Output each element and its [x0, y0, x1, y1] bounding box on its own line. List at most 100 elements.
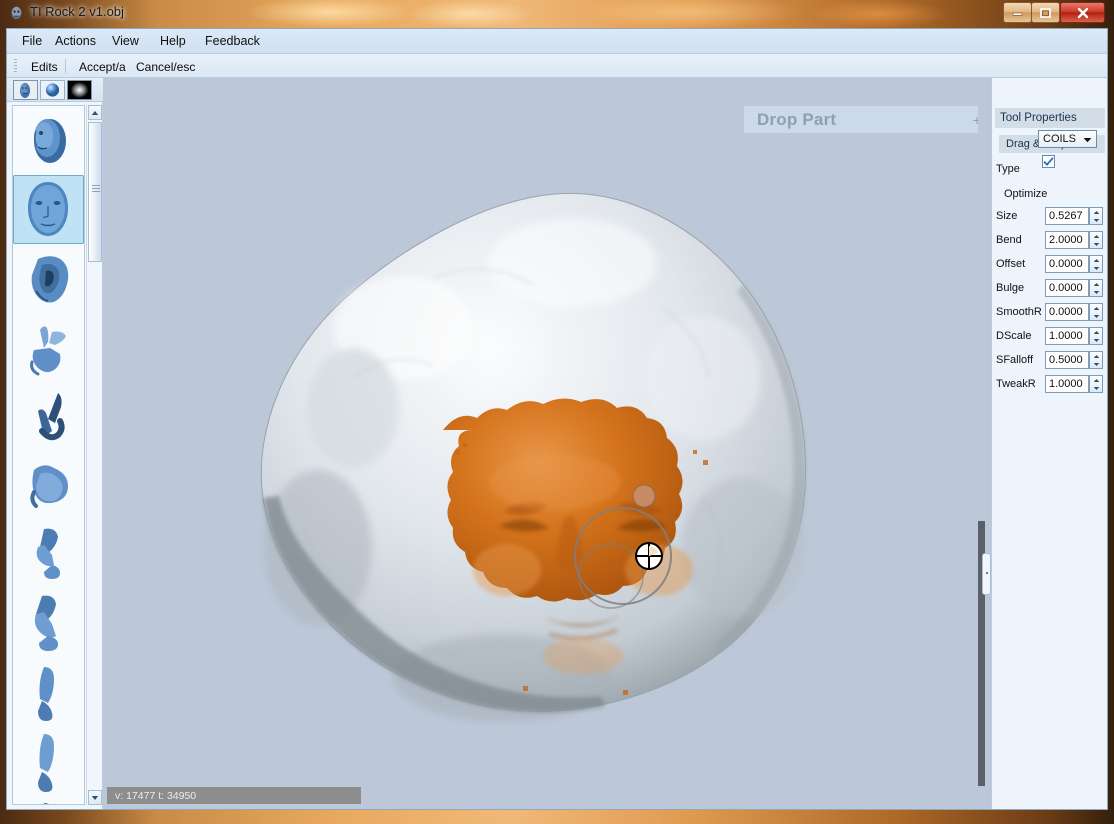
list-item[interactable]	[13, 796, 84, 804]
list-item[interactable]	[13, 658, 84, 727]
stepper-up-icon[interactable]	[1090, 304, 1102, 312]
dscale-stepper[interactable]	[1089, 327, 1103, 345]
tweakr-stepper[interactable]	[1089, 375, 1103, 393]
stepper-down-icon[interactable]	[1090, 312, 1102, 320]
client-area: File Actions View Help Feedback Edits Ac…	[6, 28, 1108, 810]
list-item[interactable]	[13, 520, 84, 589]
list-item[interactable]	[13, 106, 84, 175]
type-dropdown[interactable]: COILS	[1038, 130, 1097, 148]
menu-file[interactable]: File	[16, 33, 48, 50]
stepper-up-icon[interactable]	[1090, 208, 1102, 216]
optimize-label: Optimize	[1004, 188, 1048, 200]
stepper-down-icon[interactable]	[1090, 240, 1102, 248]
size-stepper[interactable]	[1089, 207, 1103, 225]
stepper-down-icon[interactable]	[1090, 336, 1102, 344]
tool-properties-title: Tool Properties	[995, 108, 1105, 128]
stepper-up-icon[interactable]	[1090, 280, 1102, 288]
sidebar-scrollbar[interactable]	[86, 105, 102, 805]
tweakr-input[interactable]: 1.0000	[1045, 375, 1089, 393]
maximize-button[interactable]	[1031, 2, 1060, 23]
drop-part-title: Drop Part	[757, 109, 837, 129]
optimize-checkbox[interactable]	[1042, 155, 1055, 168]
cancel-button[interactable]: Cancel/esc	[128, 57, 203, 77]
field-row-sfalloff: SFalloff 0.5000	[992, 350, 1107, 372]
field-row-smoothr: SmoothR 0.0000	[992, 302, 1107, 324]
scroll-down-arrow[interactable]	[88, 790, 102, 805]
smoothr-label: SmoothR	[996, 306, 1042, 318]
dscale-input[interactable]: 1.0000	[1045, 327, 1089, 345]
list-item[interactable]	[13, 451, 84, 520]
bend-input[interactable]: 2.0000	[1045, 231, 1089, 249]
window-title: TI Rock 2 v1.obj	[30, 4, 124, 19]
optimize-row: Optimize	[992, 184, 1107, 206]
list-item[interactable]	[13, 727, 84, 796]
sidebar-tab-falloff[interactable]	[67, 80, 92, 100]
maximize-icon	[1032, 3, 1059, 22]
type-dropdown-value: COILS	[1043, 133, 1077, 145]
scroll-up-arrow[interactable]	[88, 105, 102, 120]
bulge-input[interactable]: 0.0000	[1045, 279, 1089, 297]
scrollbar-grip	[92, 185, 100, 192]
stepper-down-icon[interactable]	[1090, 264, 1102, 272]
sidebar-tab-sphere[interactable]	[40, 80, 65, 100]
3d-scene	[260, 192, 806, 722]
splitter-thumb[interactable]	[982, 553, 991, 595]
bulge-label: Bulge	[996, 282, 1025, 294]
offset-stepper[interactable]	[1089, 255, 1103, 273]
field-row-bulge: Bulge 0.0000	[992, 278, 1107, 300]
parts-sidebar	[7, 78, 103, 809]
stepper-down-icon[interactable]	[1090, 384, 1102, 392]
stepper-up-icon[interactable]	[1090, 352, 1102, 360]
field-row-bend: Bend 2.0000	[992, 230, 1107, 252]
list-item[interactable]	[13, 313, 84, 382]
size-input[interactable]: 0.5267	[1045, 207, 1089, 225]
list-item[interactable]	[13, 589, 84, 658]
sfalloff-stepper[interactable]	[1089, 351, 1103, 369]
tool-properties-panel: Tool Properties Drag & Drop Type Optimiz…	[991, 78, 1107, 809]
sidebar-tab-mesh[interactable]	[13, 80, 38, 100]
offset-input[interactable]: 0.0000	[1045, 255, 1089, 273]
bulge-stepper[interactable]	[1089, 279, 1103, 297]
toolbar-grip[interactable]	[14, 59, 17, 73]
stepper-up-icon[interactable]	[1090, 376, 1102, 384]
menu-view[interactable]: View	[106, 33, 145, 50]
stepper-down-icon[interactable]	[1090, 216, 1102, 224]
title-bar[interactable]: TI Rock 2 v1.obj	[0, 0, 1114, 28]
toolbar-separator	[65, 59, 66, 73]
head-icon	[7, 4, 26, 23]
type-label: Type	[996, 163, 1020, 175]
field-row-tweakr: TweakR 1.0000	[992, 374, 1107, 396]
smoothr-input[interactable]: 0.0000	[1045, 303, 1089, 321]
field-row-dscale: DScale 1.0000	[992, 326, 1107, 348]
list-item[interactable]	[13, 175, 84, 244]
menu-feedback[interactable]: Feedback	[199, 33, 266, 50]
close-icon	[1061, 3, 1104, 22]
menu-help[interactable]: Help	[154, 33, 192, 50]
list-item[interactable]	[13, 382, 84, 451]
stepper-down-icon[interactable]	[1090, 360, 1102, 368]
stepper-up-icon[interactable]	[1090, 256, 1102, 264]
list-item[interactable]	[13, 244, 84, 313]
stepper-up-icon[interactable]	[1090, 328, 1102, 336]
field-row-offset: Offset 0.0000	[992, 254, 1107, 276]
drop-part-panel-header[interactable]: Drop Part +	[744, 106, 991, 133]
bend-stepper[interactable]	[1089, 231, 1103, 249]
close-button[interactable]	[1060, 2, 1105, 23]
accept-button[interactable]: Accept/a	[71, 57, 134, 77]
scrollbar-thumb[interactable]	[88, 122, 102, 262]
sidebar-tab-strip	[7, 78, 103, 102]
check-icon	[1043, 157, 1054, 166]
smoothr-stepper[interactable]	[1089, 303, 1103, 321]
viewport-splitter[interactable]	[978, 78, 991, 809]
3d-viewport[interactable]: Drop Part + v: 17477 t: 34950	[103, 78, 991, 809]
menu-bar: File Actions View Help Feedback	[7, 29, 1107, 54]
stepper-up-icon[interactable]	[1090, 232, 1102, 240]
menu-actions[interactable]: Actions	[49, 33, 102, 50]
edits-button[interactable]: Edits	[23, 57, 66, 77]
stepper-down-icon[interactable]	[1090, 288, 1102, 296]
field-row-size: Size 0.5267	[992, 206, 1107, 228]
parts-list[interactable]	[12, 105, 85, 805]
sfalloff-input[interactable]: 0.5000	[1045, 351, 1089, 369]
offset-label: Offset	[996, 258, 1026, 270]
minimize-button[interactable]	[1003, 2, 1032, 23]
